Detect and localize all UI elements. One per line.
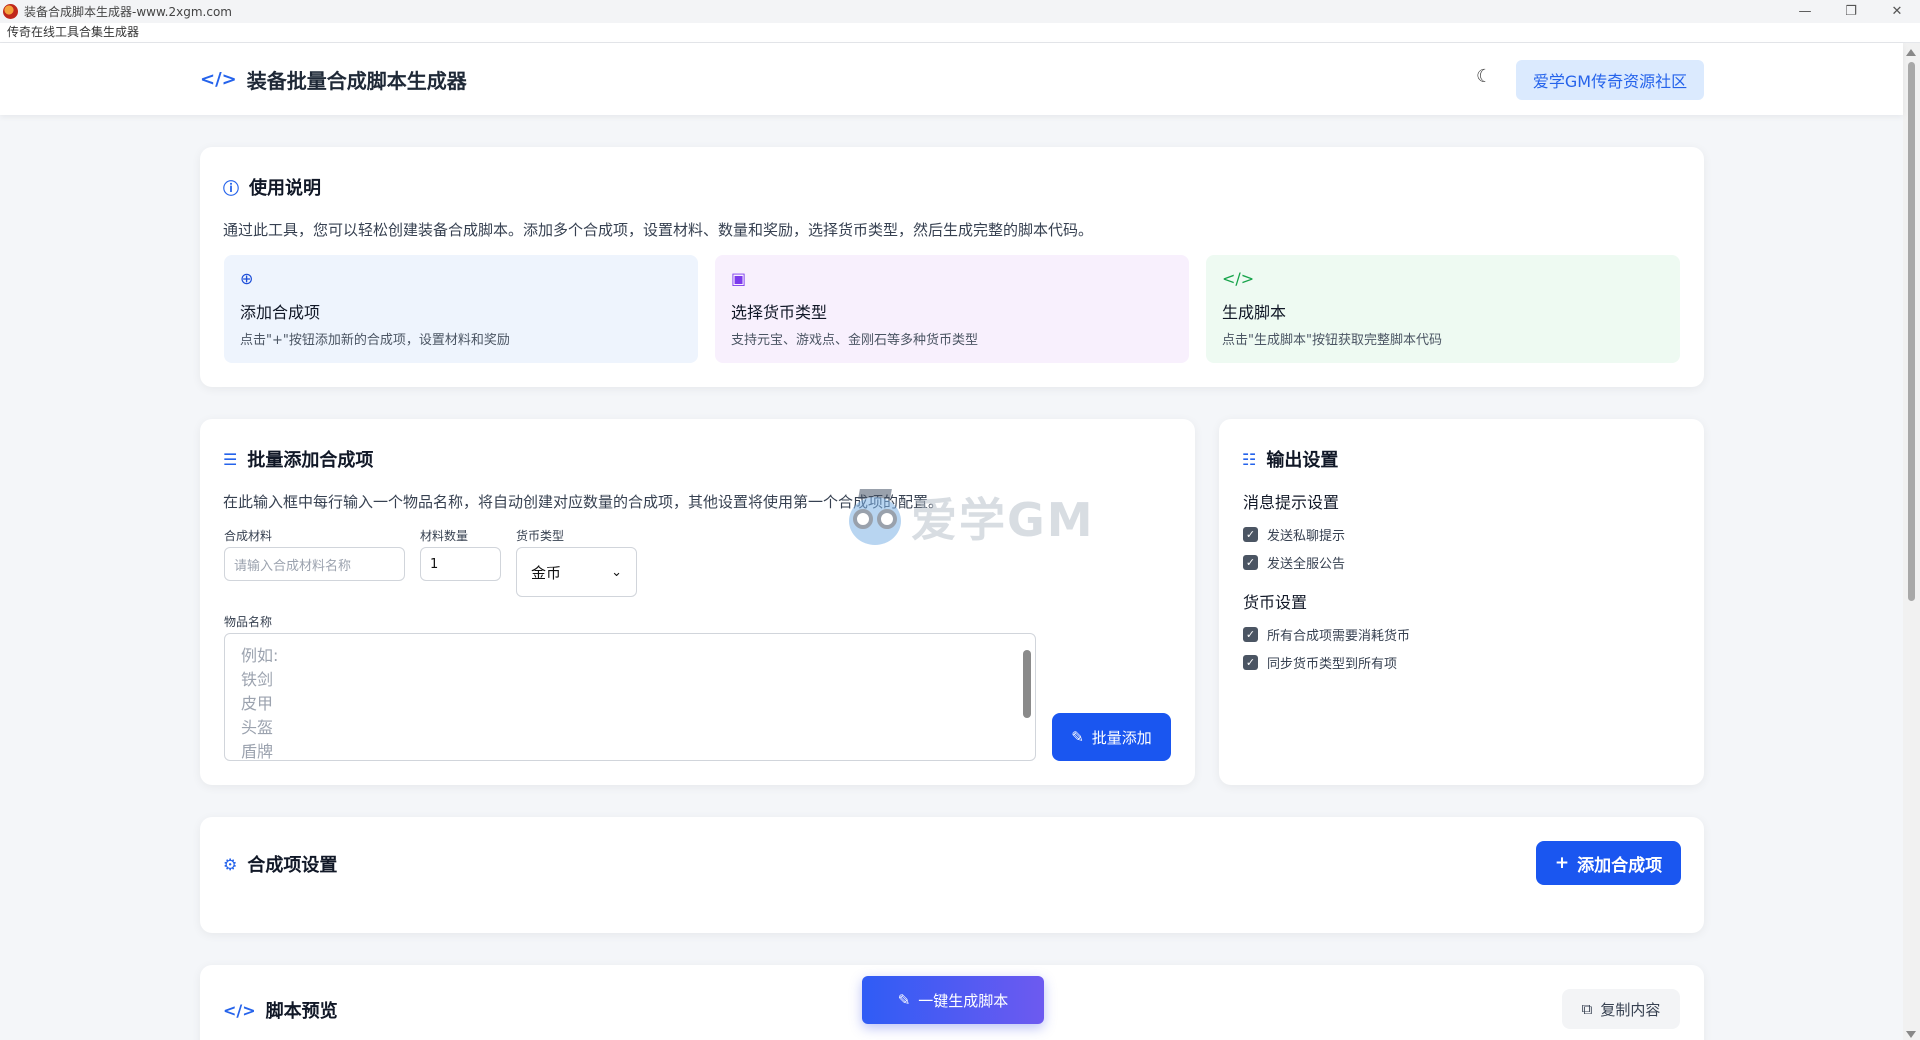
checkbox-checked-icon[interactable]: ✓ bbox=[1243, 527, 1258, 542]
feature-desc: 点击"生成脚本"按钮获取完整脚本代码 bbox=[1222, 333, 1442, 348]
feature-desc: 点击"+"按钮添加新的合成项，设置材料和奖励 bbox=[240, 333, 510, 348]
currency-label: 货币类型 bbox=[516, 529, 565, 543]
feature-currency: ▣ 选择货币类型 支持元宝、游戏点、金刚石等多种货币类型 bbox=[715, 255, 1189, 363]
code-icon: </> bbox=[200, 69, 237, 90]
feature-title: 生成脚本 bbox=[1222, 303, 1287, 322]
usage-description: 通过此工具，您可以轻松创建装备合成脚本。添加多个合成项，设置材料、数量和奖励，选… bbox=[223, 221, 1094, 239]
currency-select-value: 金币 bbox=[531, 563, 562, 582]
message-settings-title: 消息提示设置 bbox=[1243, 493, 1340, 512]
textarea-placeholder-line: 头盔 bbox=[241, 718, 274, 737]
items-title: ⚙ 合成项设置 bbox=[223, 851, 337, 877]
code-icon: </> bbox=[1222, 269, 1255, 288]
gears-icon: ⚙ bbox=[223, 854, 238, 874]
copy-icon: ⧉ bbox=[1581, 1000, 1593, 1018]
feature-generate: </> 生成脚本 点击"生成脚本"按钮获取完整脚本代码 bbox=[1206, 255, 1680, 363]
preview-title-text: 脚本预览 bbox=[265, 1001, 338, 1022]
usage-card: ⓘ 使用说明 通过此工具，您可以轻松创建装备合成脚本。添加多个合成项，设置材料、… bbox=[200, 147, 1704, 387]
item-names-textarea[interactable]: 例如: 铁剑 皮甲 头盔 盾牌 bbox=[224, 633, 1036, 761]
add-item-button[interactable]: + 添加合成项 bbox=[1536, 841, 1681, 885]
list-icon: ☰ bbox=[223, 449, 238, 469]
plus-circle-icon: ⊕ bbox=[240, 269, 254, 288]
textarea-placeholder-line: 盾牌 bbox=[241, 742, 274, 761]
checkbox-label: 发送私聊提示 bbox=[1267, 529, 1346, 544]
material-input[interactable]: 请输入合成材料名称 bbox=[224, 547, 405, 581]
checkbox-consume-currency[interactable]: ✓ 所有合成项需要消耗货币 bbox=[1243, 625, 1410, 644]
app-logo-icon bbox=[3, 4, 18, 19]
feature-desc: 支持元宝、游戏点、金刚石等多种货币类型 bbox=[731, 333, 979, 348]
items-card: ⚙ 合成项设置 + 添加合成项 bbox=[200, 817, 1704, 933]
batch-description: 在此输入框中每行输入一个物品名称，将自动创建对应数量的合成项，其他设置将使用第一… bbox=[223, 493, 944, 511]
generate-script-button[interactable]: ✎ 一键生成脚本 bbox=[862, 976, 1044, 1024]
checkbox-label: 所有合成项需要消耗货币 bbox=[1267, 629, 1411, 644]
textarea-placeholder-line: 例如: bbox=[241, 646, 279, 665]
scroll-up-arrow-icon[interactable] bbox=[1906, 49, 1916, 56]
quantity-input[interactable]: 1 bbox=[420, 547, 501, 581]
page-title: 装备批量合成脚本生成器 bbox=[246, 69, 467, 93]
sliders-icon: ☷ bbox=[1242, 449, 1257, 469]
code-icon: </> bbox=[223, 1000, 256, 1020]
menu-bar[interactable]: 传奇在线工具合集生成器 bbox=[0, 23, 1920, 43]
chevron-down-icon: ⌄ bbox=[611, 564, 622, 580]
checkbox-label: 发送全服公告 bbox=[1267, 557, 1346, 572]
maximize-button[interactable]: ❐ bbox=[1828, 0, 1874, 23]
textarea-placeholder-line: 铁剑 bbox=[241, 670, 274, 689]
batch-add-button[interactable]: ✎ 批量添加 bbox=[1052, 713, 1171, 761]
checkbox-checked-icon[interactable]: ✓ bbox=[1243, 555, 1258, 570]
textarea-scrollbar[interactable] bbox=[1021, 636, 1033, 756]
batch-title: ☰ 批量添加合成项 bbox=[223, 446, 373, 472]
add-item-button-label: 添加合成项 bbox=[1577, 855, 1663, 876]
checkbox-global-announce[interactable]: ✓ 发送全服公告 bbox=[1243, 553, 1345, 572]
output-card: ☷ 输出设置 消息提示设置 ✓ 发送私聊提示 ✓ 发送全服公告 货币设置 ✓ 所… bbox=[1219, 419, 1704, 785]
feature-title: 添加合成项 bbox=[240, 303, 321, 322]
generate-button-label: 一键生成脚本 bbox=[918, 991, 1009, 1010]
batch-title-text: 批量添加合成项 bbox=[247, 450, 374, 471]
preview-title: </> 脚本预览 bbox=[223, 997, 338, 1023]
window-titlebar: 装备合成脚本生成器-www.2xgm.com — ❐ ✕ bbox=[0, 0, 1920, 23]
item-label: 物品名称 bbox=[224, 615, 273, 629]
money-icon: ▣ bbox=[731, 269, 747, 288]
scroll-down-arrow-icon[interactable] bbox=[1906, 1031, 1916, 1038]
feature-add-item: ⊕ 添加合成项 点击"+"按钮添加新的合成项，设置材料和奖励 bbox=[224, 255, 698, 363]
feature-title: 选择货币类型 bbox=[731, 303, 828, 322]
quantity-label: 材料数量 bbox=[420, 529, 469, 543]
close-button[interactable]: ✕ bbox=[1874, 0, 1920, 23]
app-header: </> 装备批量合成脚本生成器 ☾ 爱学GM传奇资源社区 bbox=[0, 43, 1903, 115]
output-title: ☷ 输出设置 bbox=[1242, 446, 1338, 472]
usage-title-text: 使用说明 bbox=[249, 178, 322, 199]
checkbox-checked-icon[interactable]: ✓ bbox=[1243, 655, 1258, 670]
info-icon: ⓘ bbox=[223, 179, 240, 198]
community-button[interactable]: 爱学GM传奇资源社区 bbox=[1516, 60, 1704, 100]
magic-wand-icon: ✎ bbox=[897, 991, 911, 1009]
window-title: 装备合成脚本生成器-www.2xgm.com bbox=[24, 5, 232, 19]
plus-icon: + bbox=[1554, 853, 1570, 873]
currency-settings-title: 货币设置 bbox=[1243, 593, 1308, 612]
batch-add-button-label: 批量添加 bbox=[1091, 728, 1152, 747]
copy-content-button[interactable]: ⧉ 复制内容 bbox=[1562, 989, 1680, 1029]
output-title-text: 输出设置 bbox=[1266, 450, 1339, 471]
window-controls: — ❐ ✕ bbox=[1782, 0, 1920, 23]
moon-icon[interactable]: ☾ bbox=[1476, 66, 1494, 87]
usage-title: ⓘ 使用说明 bbox=[223, 174, 321, 200]
batch-card: ☰ 批量添加合成项 在此输入框中每行输入一个物品名称，将自动创建对应数量的合成项… bbox=[200, 419, 1195, 785]
currency-select[interactable]: 金币 ⌄ bbox=[516, 547, 637, 597]
textarea-scroll-thumb[interactable] bbox=[1023, 650, 1031, 718]
copy-button-label: 复制内容 bbox=[1600, 1000, 1661, 1019]
checkbox-label: 同步货币类型到所有项 bbox=[1267, 657, 1398, 672]
scroll-thumb[interactable] bbox=[1908, 62, 1915, 601]
checkbox-sync-currency[interactable]: ✓ 同步货币类型到所有项 bbox=[1243, 653, 1397, 672]
checkbox-private-message[interactable]: ✓ 发送私聊提示 bbox=[1243, 525, 1345, 544]
checkbox-checked-icon[interactable]: ✓ bbox=[1243, 627, 1258, 642]
page-scrollbar[interactable] bbox=[1903, 43, 1920, 1040]
textarea-placeholder-line: 皮甲 bbox=[241, 694, 274, 713]
brand: </> 装备批量合成脚本生成器 bbox=[200, 65, 467, 94]
minimize-button[interactable]: — bbox=[1782, 0, 1828, 23]
magic-wand-icon: ✎ bbox=[1071, 728, 1084, 746]
items-title-text: 合成项设置 bbox=[247, 855, 338, 876]
material-label: 合成材料 bbox=[224, 529, 273, 543]
